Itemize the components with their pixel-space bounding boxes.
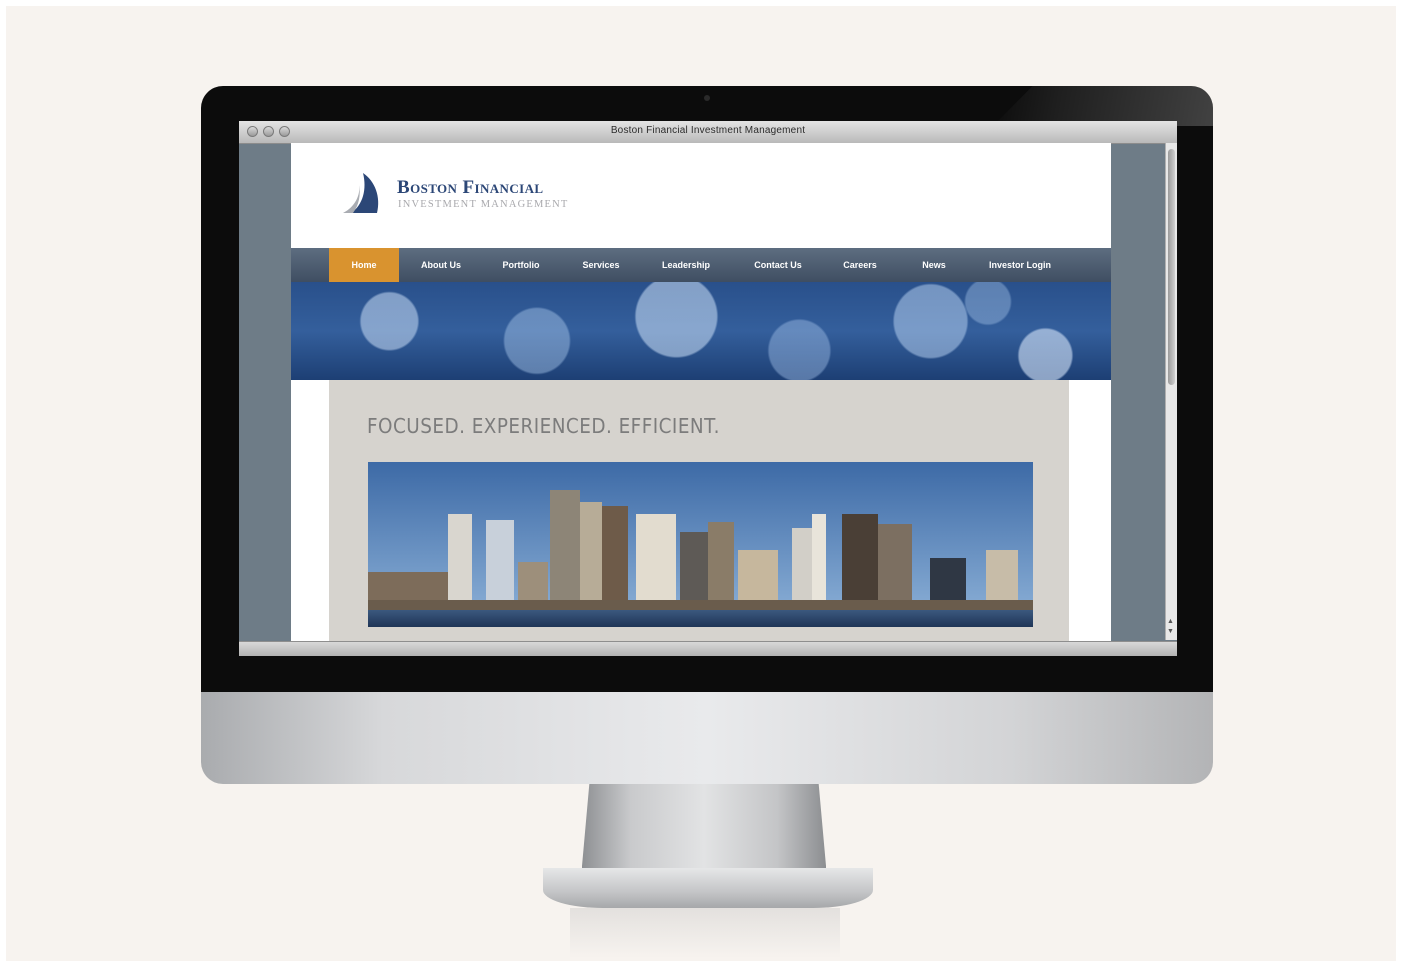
arrow-down-icon[interactable]: ▼ bbox=[1167, 628, 1174, 636]
camera-icon bbox=[704, 95, 710, 101]
browser-window: Boston Financial Investment Management B… bbox=[239, 121, 1177, 656]
sailboat-logo-icon[interactable] bbox=[341, 171, 389, 215]
nav-item-news[interactable]: News bbox=[899, 248, 969, 282]
bezel-gloss bbox=[993, 86, 1213, 126]
nav-item-contact-us[interactable]: Contact Us bbox=[735, 248, 821, 282]
vertical-scrollbar[interactable]: ▲ ▼ bbox=[1165, 143, 1177, 640]
nav-item-investor-login[interactable]: Investor Login bbox=[973, 248, 1067, 282]
monitor-chin bbox=[201, 692, 1213, 784]
monitor-foot bbox=[543, 868, 873, 908]
nav-item-portfolio[interactable]: Portfolio bbox=[483, 248, 559, 282]
tagline: FOCUSED. EXPERIENCED. EFFICIENT. bbox=[367, 414, 720, 438]
window-statusbar bbox=[239, 641, 1177, 656]
nav-item-leadership[interactable]: Leadership bbox=[643, 248, 729, 282]
logo-subtitle: INVESTMENT MANAGEMENT bbox=[398, 199, 569, 210]
nav-item-careers[interactable]: Careers bbox=[827, 248, 893, 282]
nav-item-about-us[interactable]: About Us bbox=[403, 248, 479, 282]
nav-item-home[interactable]: Home bbox=[329, 248, 399, 282]
hero-banner bbox=[291, 282, 1111, 380]
web-page: Boston Financial INVESTMENT MANAGEMENT H… bbox=[291, 143, 1111, 642]
window-titlebar: Boston Financial Investment Management bbox=[239, 121, 1177, 144]
scrollbar-thumb[interactable] bbox=[1168, 149, 1175, 385]
main-nav: Home About Us Portfolio Services Leaders… bbox=[291, 248, 1111, 282]
nav-item-services[interactable]: Services bbox=[563, 248, 639, 282]
arrow-up-icon[interactable]: ▲ bbox=[1167, 618, 1174, 626]
stand-reflection bbox=[570, 908, 840, 958]
logo-title[interactable]: Boston Financial bbox=[397, 177, 543, 199]
content-panel: FOCUSED. EXPERIENCED. EFFICIENT. bbox=[329, 380, 1069, 642]
window-title: Boston Financial Investment Management bbox=[610, 125, 806, 136]
city-skyline-image bbox=[368, 462, 1033, 627]
